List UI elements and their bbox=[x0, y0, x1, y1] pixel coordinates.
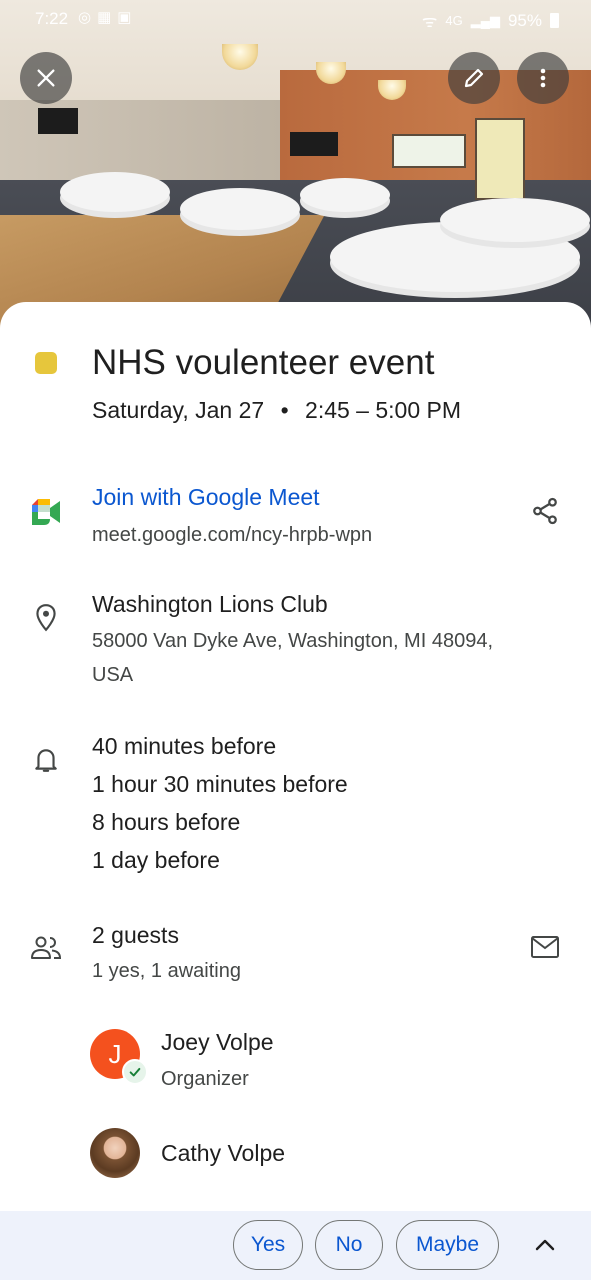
bell-icon bbox=[30, 744, 62, 776]
battery-level: 95% bbox=[507, 10, 542, 30]
people-icon bbox=[30, 932, 62, 964]
avatar[interactable] bbox=[90, 1128, 140, 1178]
join-google-meet-link[interactable]: Join with Google Meet bbox=[92, 484, 320, 511]
expand-rsvp-button[interactable] bbox=[530, 1230, 560, 1260]
signal-icon: ▂▄▆ bbox=[470, 12, 500, 28]
share-icon bbox=[533, 497, 557, 525]
location-name[interactable]: Washington Lions Club bbox=[92, 591, 328, 618]
edit-button[interactable] bbox=[448, 52, 500, 104]
photo-window bbox=[392, 134, 466, 168]
meet-url: meet.google.com/ncy-hrpb-wpn bbox=[92, 524, 373, 546]
rsvp-yes-button[interactable]: Yes bbox=[233, 1220, 303, 1270]
photo-tv bbox=[290, 132, 338, 156]
notification-item: 1 hour 30 minutes before bbox=[92, 771, 348, 797]
email-guests-button[interactable] bbox=[529, 931, 561, 963]
photo-table bbox=[180, 188, 300, 230]
photo-table bbox=[300, 178, 390, 212]
more-options-button[interactable] bbox=[517, 52, 569, 104]
more-vert-icon bbox=[540, 68, 546, 88]
location-pin-icon bbox=[30, 602, 62, 634]
google-meet-icon bbox=[30, 496, 62, 528]
photo-door bbox=[475, 118, 525, 200]
close-button[interactable] bbox=[20, 52, 72, 104]
pencil-icon bbox=[464, 68, 484, 88]
event-header-photo: 7:22 ◎▦▣ ᯤ 4G ▂▄▆ 95% bbox=[0, 0, 591, 330]
rsvp-no-button[interactable]: No bbox=[315, 1220, 383, 1270]
event-title: NHS voulenteer event bbox=[92, 343, 435, 382]
chevron-up-icon bbox=[535, 1239, 555, 1251]
location-address-line2: USA bbox=[92, 664, 134, 686]
wifi-icon: ᯤ bbox=[421, 12, 438, 31]
guest-count[interactable]: 2 guests bbox=[92, 922, 179, 949]
notification-item: 40 minutes before bbox=[92, 733, 277, 759]
status-time: 7:22 bbox=[35, 9, 69, 28]
event-date: Saturday, Jan 27 bbox=[92, 397, 265, 423]
close-icon bbox=[37, 69, 55, 87]
event-color-dot bbox=[35, 352, 57, 374]
photo-tv bbox=[38, 108, 78, 134]
notification-item: 1 day before bbox=[92, 847, 220, 873]
photo-table bbox=[440, 198, 590, 242]
guest-name[interactable]: Cathy Volpe bbox=[161, 1140, 285, 1167]
location-address-line1: 58000 Van Dyke Ave, Washington, MI 48094… bbox=[92, 630, 493, 652]
network-label: 4G bbox=[445, 13, 463, 28]
rsvp-maybe-button[interactable]: Maybe bbox=[396, 1220, 499, 1270]
event-time-range: 2:45 – 5:00 PM bbox=[305, 397, 462, 423]
photo-table bbox=[60, 172, 170, 212]
notification-item: 8 hours before bbox=[92, 809, 241, 835]
guest-name[interactable]: Joey Volpe bbox=[161, 1029, 274, 1056]
mail-icon bbox=[531, 936, 559, 958]
status-bar: 7:22 ◎▦▣ ᯤ 4G ▂▄▆ 95% bbox=[0, 0, 591, 38]
guest-rsvp-status: 1 yes, 1 awaiting bbox=[92, 960, 241, 982]
check-icon bbox=[122, 1059, 148, 1085]
share-button[interactable] bbox=[529, 495, 561, 527]
event-datetime: Saturday, Jan 27 • 2:45 – 5:00 PM bbox=[92, 397, 461, 424]
datetime-separator: • bbox=[280, 397, 289, 423]
status-right: ᯤ 4G ▂▄▆ 95% bbox=[422, 9, 559, 32]
notification-icons: ◎▦▣ bbox=[78, 9, 138, 26]
battery-icon bbox=[550, 13, 559, 28]
avatar-initial: J bbox=[108, 1038, 122, 1069]
guest-role: Organizer bbox=[161, 1068, 249, 1090]
